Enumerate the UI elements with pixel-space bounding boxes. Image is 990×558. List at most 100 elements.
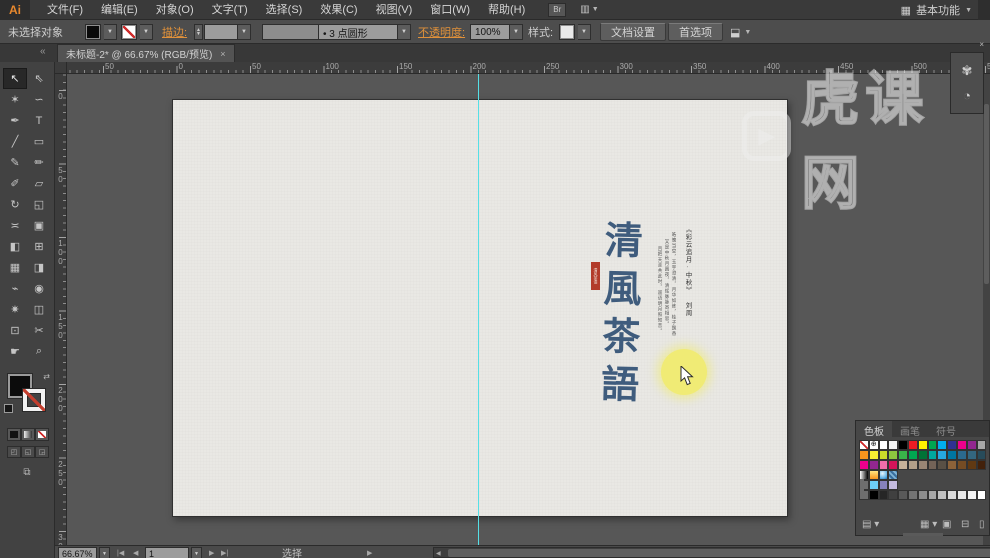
swatch[interactable] [879, 480, 889, 490]
menu-item[interactable]: 对象(O) [147, 0, 203, 20]
menu-item[interactable]: 视图(V) [367, 0, 422, 20]
preferences-button[interactable]: 首选项 [668, 20, 723, 44]
menu-item[interactable]: 效果(C) [311, 0, 366, 20]
type-tool[interactable]: T [27, 110, 51, 131]
brush-definition-dropdown[interactable]: • 3 点圆形 ▼ [318, 20, 411, 44]
swatch[interactable] [908, 460, 918, 470]
new-swatch-folder-icon[interactable]: ⊟ [961, 519, 969, 530]
swatch-registration[interactable]: ⊕ [869, 440, 879, 450]
swatch[interactable] [898, 450, 908, 460]
swatch[interactable] [928, 440, 938, 450]
swatch[interactable] [957, 460, 967, 470]
collapse-panel-chevron[interactable]: « [40, 46, 46, 57]
swatch[interactable] [937, 450, 947, 460]
swatch[interactable] [947, 460, 957, 470]
opacity-link[interactable]: 不透明度: [418, 20, 465, 44]
pencil-tool[interactable]: ✏ [27, 152, 51, 173]
close-icon[interactable]: × [979, 40, 984, 49]
mesh-tool[interactable]: ▦ [3, 257, 27, 278]
draw-behind-button[interactable]: ◱ [21, 446, 35, 458]
perspective-grid-tool[interactable]: ⊞ [27, 236, 51, 257]
fill-color-swatch[interactable] [86, 20, 100, 44]
gradient-icon[interactable]: ◔ [963, 88, 971, 103]
direct-selection-tool[interactable]: ⇖ [27, 68, 51, 89]
swatch[interactable] [908, 450, 918, 460]
swatch-gradient[interactable] [879, 470, 889, 480]
arrange-documents-button[interactable]: ▥ ▼ [580, 4, 598, 15]
swatch[interactable] [967, 490, 977, 500]
swatch-kinds-icon[interactable]: ▦ ▾ [920, 519, 937, 530]
slice-tool[interactable]: ✂ [27, 320, 51, 341]
swatch[interactable] [918, 450, 928, 460]
gradient-button[interactable] [21, 428, 35, 441]
free-transform-tool[interactable]: ▣ [27, 215, 51, 236]
tab-色板[interactable]: 色板 [856, 421, 892, 437]
tab-画笔[interactable]: 画笔 [892, 421, 928, 437]
swatch[interactable] [888, 450, 898, 460]
width-tool[interactable]: ≍ [3, 215, 27, 236]
stroke-weight-field[interactable]: ▼ [204, 20, 251, 44]
control-panel-menu[interactable]: ⬓ ▼ [730, 20, 751, 44]
bridge-button[interactable]: Br [548, 3, 566, 17]
canvas[interactable]: 清風茶語 清风茶语 《彩云追月·中秋》 刘周皓魄当空，玉宇澄清，月华如练，桂子飘… [67, 74, 990, 545]
selection-tool[interactable]: ↖ [3, 68, 27, 89]
swatch[interactable] [947, 450, 957, 460]
style-swatch[interactable] [560, 20, 574, 44]
swatch[interactable] [888, 480, 898, 490]
swatch[interactable] [879, 460, 889, 470]
app-logo[interactable]: Ai [0, 0, 30, 20]
swatch[interactable] [928, 460, 938, 470]
swatch[interactable] [967, 450, 977, 460]
swatch[interactable] [937, 490, 947, 500]
paintbrush-tool[interactable]: ✎ [3, 152, 27, 173]
stroke-link[interactable]: 描边: [162, 20, 187, 44]
artboard-tool[interactable]: ⊡ [3, 320, 27, 341]
swatch[interactable] [918, 460, 928, 470]
color-guide-icon[interactable]: ✾ [962, 63, 973, 79]
swatch[interactable] [967, 460, 977, 470]
column-graph-tool[interactable]: ◫ [27, 299, 51, 320]
swatch[interactable] [937, 440, 947, 450]
stroke-weight-stepper[interactable]: ▲▼ [194, 20, 203, 44]
gradient-tool[interactable]: ◨ [27, 257, 51, 278]
stroke-color-indicator[interactable] [22, 388, 46, 412]
document-setup-button[interactable]: 文档设置 [600, 20, 666, 44]
vertical-scrollbar-thumb[interactable] [984, 104, 989, 284]
menu-item[interactable]: 编辑(E) [92, 0, 147, 20]
draw-inside-button[interactable]: ◲ [35, 446, 49, 458]
swatch[interactable] [879, 440, 889, 450]
menu-item[interactable]: 文件(F) [38, 0, 92, 20]
swap-fill-stroke-icon[interactable]: ⇄ [43, 372, 50, 381]
tab-符号[interactable]: 符号 [928, 421, 964, 437]
artwork-title-text[interactable]: 清風茶語 [592, 219, 642, 440]
magic-wand-tool[interactable]: ✶ [3, 89, 27, 110]
swatch[interactable] [918, 490, 928, 500]
swatch[interactable] [869, 480, 879, 490]
swatch[interactable] [967, 440, 977, 450]
swatch[interactable] [928, 490, 938, 500]
swatch[interactable] [957, 450, 967, 460]
swatch[interactable] [957, 440, 967, 450]
delete-swatch-icon[interactable]: ▯ [979, 519, 985, 530]
fill-color-dropdown[interactable]: ▼ [104, 20, 117, 44]
seal-stamp[interactable]: 清风茶语 [591, 262, 600, 290]
artboard-navigation-field[interactable]: 1 [145, 547, 189, 558]
hand-tool[interactable]: ☛ [3, 341, 27, 362]
swatch-folder-icon[interactable] [859, 490, 869, 500]
default-fill-stroke-icon[interactable] [4, 404, 13, 413]
swatch[interactable] [879, 450, 889, 460]
vertical-ruler[interactable]: 050100150200250300 [55, 74, 67, 545]
close-icon[interactable]: × [220, 49, 225, 59]
status-expand-arrow[interactable]: ▶ [367, 546, 372, 558]
scale-tool[interactable]: ◱ [27, 194, 51, 215]
pen-tool[interactable]: ✒ [3, 110, 27, 131]
menu-item[interactable]: 文字(T) [203, 0, 257, 20]
symbol-sprayer-tool[interactable]: ✷ [3, 299, 27, 320]
menu-item[interactable]: 帮助(H) [479, 0, 534, 20]
swatch[interactable] [888, 490, 898, 500]
swatch[interactable] [879, 490, 889, 500]
swatch[interactable] [869, 490, 879, 500]
draw-normal-button[interactable]: ◰ [7, 446, 21, 458]
first-artboard-button[interactable]: |◀ [117, 546, 124, 558]
opacity-field[interactable]: 100% ▼ [470, 20, 523, 44]
